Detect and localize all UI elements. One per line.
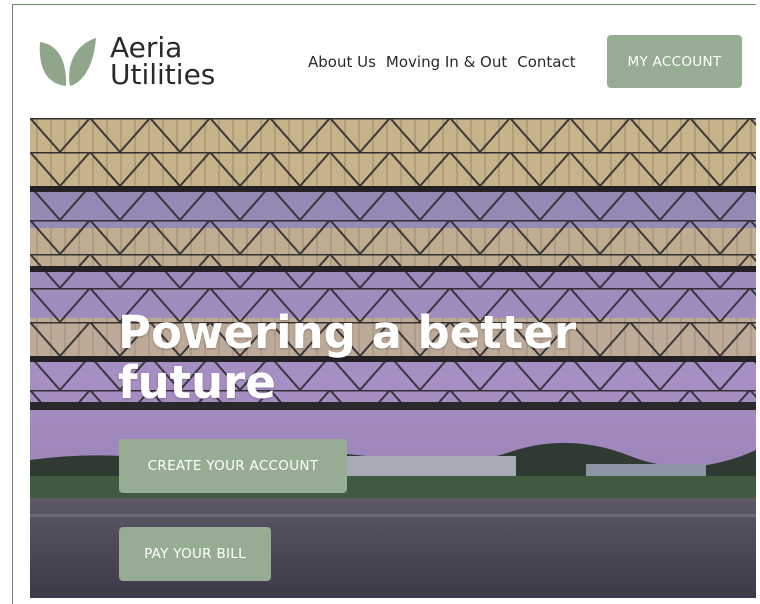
brand-line-2: Utilities — [110, 58, 216, 91]
hero-section: Powering a better future CREATE YOUR ACC… — [30, 118, 756, 598]
main-nav: About Us Moving In & Out Contact — [308, 53, 576, 71]
brand-name[interactable]: Aeria Utilities — [110, 31, 216, 91]
hero-headline: Powering a better future — [118, 308, 638, 408]
brand-line-1: Aeria — [110, 31, 183, 64]
leaf-logo-icon — [39, 38, 96, 86]
my-account-button[interactable]: MY ACCOUNT — [607, 35, 742, 88]
nav-item-moving-in-out[interactable]: Moving In & Out — [386, 53, 507, 71]
headline-line-2: future — [118, 356, 276, 409]
site-header: Aeria Utilities About Us Moving In & Out… — [0, 0, 760, 118]
headline-line-1: Powering a better — [118, 306, 577, 359]
nav-item-contact[interactable]: Contact — [517, 53, 575, 71]
nav-item-about-us[interactable]: About Us — [308, 53, 376, 71]
pay-bill-button[interactable]: PAY YOUR BILL — [119, 527, 271, 581]
create-account-button[interactable]: CREATE YOUR ACCOUNT — [119, 439, 347, 493]
